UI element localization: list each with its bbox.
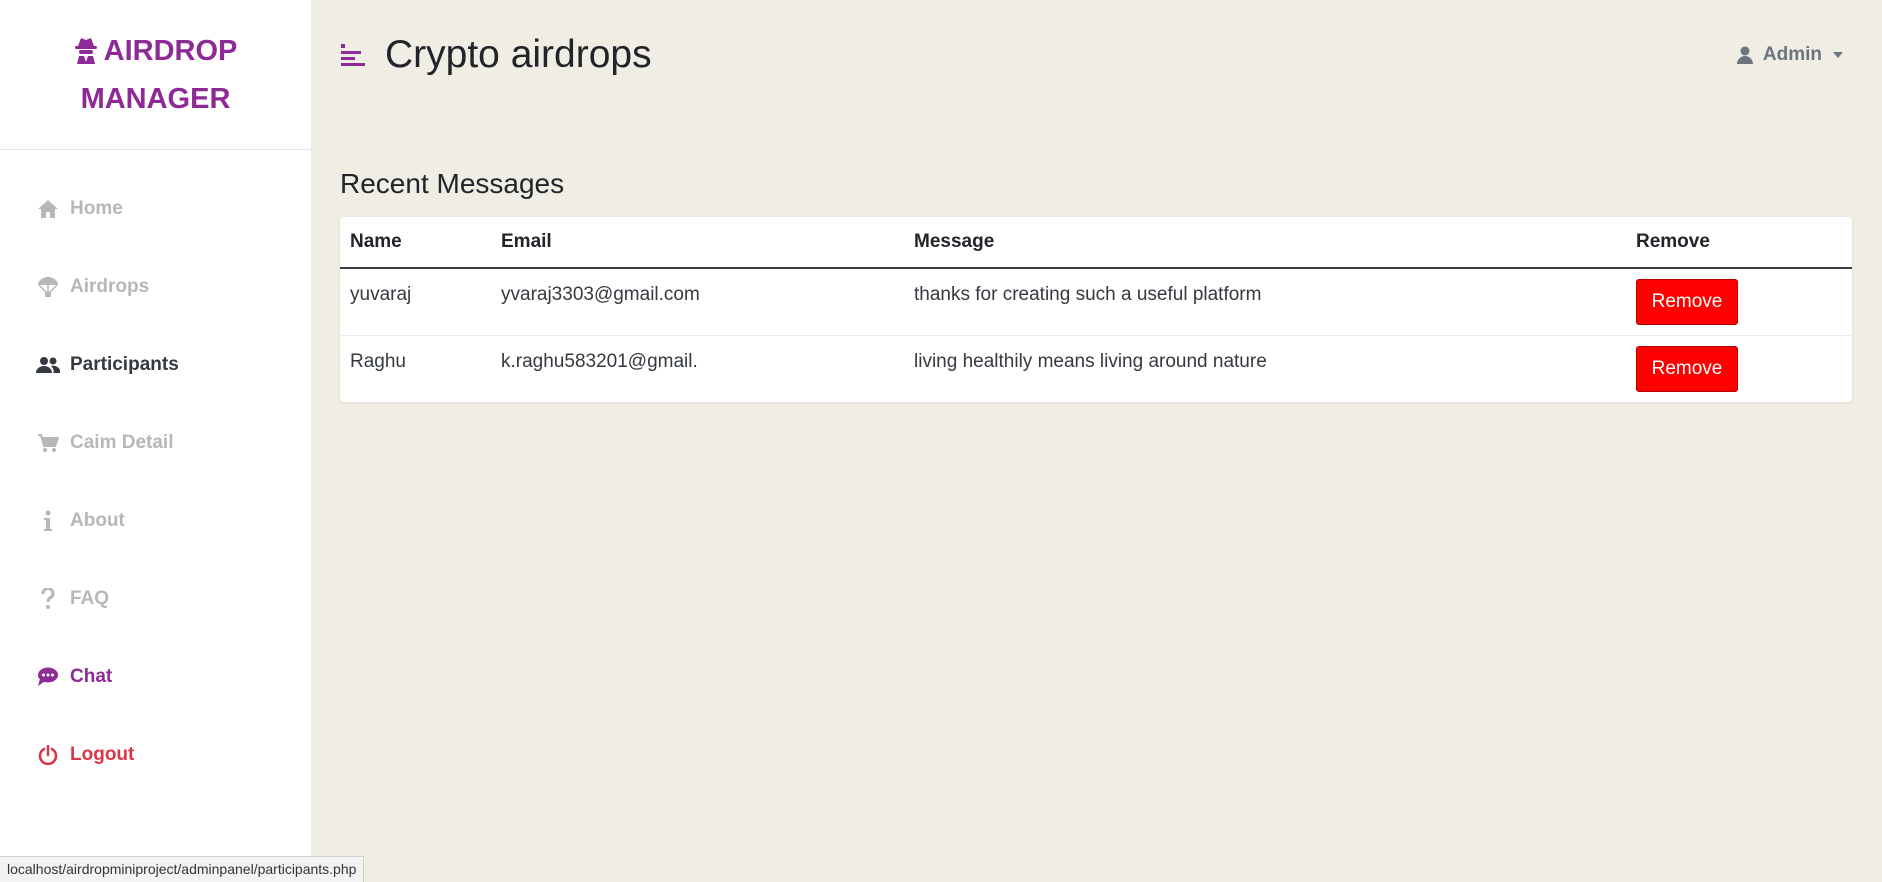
brand-line2: MANAGER: [80, 82, 231, 115]
brand-line1: AIRDROP: [103, 34, 238, 67]
remove-button[interactable]: Remove: [1636, 345, 1738, 392]
sidebar-item-claim-detail[interactable]: Caim Detail: [0, 404, 311, 482]
sidebar-item-label: FAQ: [70, 588, 110, 609]
cell-name: Raghu: [350, 350, 406, 372]
sidebar-item-faq[interactable]: FAQ: [0, 560, 311, 638]
table-header-row: Name Email Message Remove: [340, 217, 1852, 269]
parachute-icon: [36, 275, 60, 299]
cell-action: Remove: [1626, 335, 1852, 402]
cell-email: k.raghu583201@gmail.: [501, 350, 698, 372]
question-icon: [36, 587, 60, 611]
messages-card: Name Email Message Remove yuvaraj yvaraj…: [340, 217, 1852, 402]
sidebar-nav: Home Airdrops Participants Caim Detail A…: [0, 170, 311, 794]
sidebar-item-about[interactable]: About: [0, 482, 311, 560]
sidebar-item-label: Airdrops: [70, 276, 150, 297]
column-header-remove: Remove: [1626, 217, 1852, 269]
cell-action: Remove: [1626, 268, 1852, 336]
chat-icon: [36, 665, 60, 689]
column-header-email: Email: [491, 217, 904, 269]
cell-name: yuvaraj: [340, 268, 491, 336]
brand-logo[interactable]: AIRDROP MANAGER: [0, 0, 311, 150]
messages-table: Name Email Message Remove yuvaraj yvaraj…: [340, 217, 1852, 402]
user-menu-dropdown[interactable]: Admin: [1736, 44, 1844, 66]
app: AIRDROP MANAGER Home Airdrops Participan…: [0, 0, 1882, 882]
users-icon: [36, 353, 60, 377]
sidebar-item-label: Home: [70, 198, 123, 219]
sidebar-item-chat[interactable]: Chat: [0, 638, 311, 716]
column-header-message: Message: [904, 217, 1626, 269]
topbar: Crypto airdrops Admin: [311, 0, 1882, 120]
remove-button[interactable]: Remove: [1636, 279, 1738, 325]
align-left-icon[interactable]: [340, 42, 368, 70]
user-menu-label: Admin: [1762, 44, 1822, 65]
sidebar-item-label: About: [70, 510, 125, 531]
user-icon: [1736, 46, 1753, 64]
power-icon: [36, 743, 60, 767]
cell-email: yvaraj3303@gmail.com: [491, 268, 904, 336]
sidebar: AIRDROP MANAGER Home Airdrops Participan…: [0, 0, 311, 882]
sidebar-item-label: Chat: [70, 666, 113, 687]
table-row: Raghu k.raghu583201@gmail. living health…: [340, 335, 1852, 402]
cell-message: living healthily means living around nat…: [914, 350, 1267, 372]
home-icon: [36, 197, 60, 221]
user-secret-icon: [74, 33, 98, 77]
sidebar-item-participants[interactable]: Participants: [0, 326, 311, 404]
sidebar-item-label: Participants: [70, 354, 179, 375]
brand-text: AIRDROP MANAGER: [74, 29, 238, 121]
info-icon: [36, 509, 60, 533]
cart-icon: [36, 431, 60, 455]
sidebar-item-label: Logout: [70, 744, 135, 765]
cell-message: thanks for creating such a useful platfo…: [904, 268, 1626, 336]
column-header-name: Name: [340, 217, 491, 269]
sidebar-item-airdrops[interactable]: Airdrops: [0, 248, 311, 326]
sidebar-item-label: Caim Detail: [70, 432, 174, 453]
browser-status-bar: localhost/airdropminiproject/adminpanel/…: [0, 856, 365, 882]
sidebar-item-logout[interactable]: Logout: [0, 716, 311, 794]
section-title: Recent Messages: [340, 168, 565, 199]
table-row: yuvaraj yvaraj3303@gmail.com thanks for …: [340, 268, 1852, 336]
caret-down-icon: [1832, 51, 1844, 59]
sidebar-item-home[interactable]: Home: [0, 170, 311, 248]
main-content: Recent Messages Name Email Message Remov…: [340, 168, 1852, 402]
page-title: Crypto airdrops: [385, 33, 652, 76]
